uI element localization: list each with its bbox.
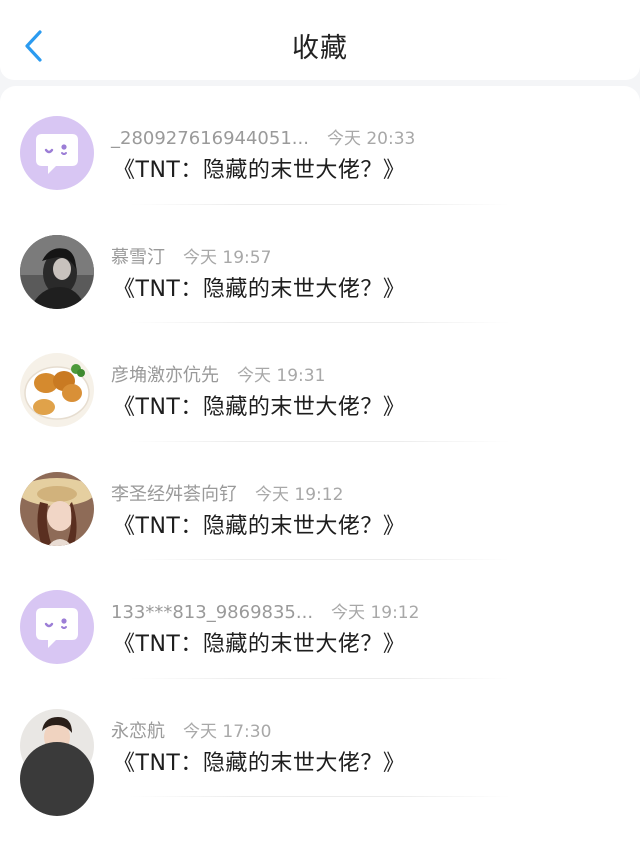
user-photo-icon: [20, 234, 94, 309]
item-meta: _280927616944051... 今天 20:33: [111, 124, 415, 149]
list-item[interactable]: 彦埆激亦伉先 今天 19:31 《TNT：隐藏的末世大佬？》: [0, 323, 640, 442]
item-title: 《TNT：隐藏的末世大佬？》: [113, 276, 406, 302]
item-meta: 永恋航 今天 17:30: [111, 717, 271, 743]
item-title: 《TNT：隐藏的末世大佬？》: [113, 632, 406, 657]
timestamp: 今天 17:30: [183, 721, 272, 742]
list-item[interactable]: _280927616944051... 今天 20:33 《TNT：隐藏的末世大佬…: [0, 86, 640, 205]
avatar[interactable]: [20, 116, 94, 190]
list-item[interactable]: 慕雪汀 今天 19:57 《TNT：隐藏的末世大佬？》: [0, 205, 640, 323]
avatar[interactable]: [20, 590, 94, 664]
user-photo-icon: [20, 353, 94, 427]
item-title: 《TNT：隐藏的末世大佬？》: [113, 513, 406, 539]
item-meta: 李圣经舛荟向钌 今天 19:12: [111, 480, 343, 506]
timestamp: 今天 19:57: [183, 247, 272, 268]
list-item[interactable]: 133***813_9869835... 今天 19:12 《TNT：隐藏的末世大…: [0, 560, 640, 679]
timestamp: 今天 19:12: [255, 484, 344, 505]
divider: [130, 796, 510, 797]
top-nav-bar: 收藏: [0, 0, 640, 80]
item-meta: 133***813_9869835... 今天 19:12: [111, 598, 419, 623]
avatar[interactable]: [20, 742, 94, 816]
username: 永恋航: [111, 720, 165, 742]
page-title: 收藏: [292, 33, 348, 64]
item-title: 《TNT：隐藏的末世大佬？》: [113, 158, 406, 183]
timestamp: 今天 20:33: [326, 129, 416, 149]
timestamp: 今天 19:12: [331, 603, 420, 623]
timestamp: 今天 19:31: [237, 366, 326, 386]
user-photo-icon: [20, 471, 94, 546]
list-item[interactable]: 李圣经舛荟向钌 今天 19:12 《TNT：隐藏的末世大佬？》: [0, 442, 640, 560]
username: _280927616944051...: [111, 128, 309, 149]
default-chat-avatar-icon: [20, 116, 94, 190]
favorites-list: _280927616944051... 今天 20:33 《TNT：隐藏的末世大佬…: [0, 86, 640, 846]
item-meta: 慕雪汀 今天 19:57: [111, 243, 271, 269]
avatar[interactable]: [20, 234, 94, 309]
list-item[interactable]: 永恋航 今天 17:30 《TNT：隐藏的末世大佬？》: [0, 679, 640, 797]
default-chat-avatar-icon: [20, 590, 94, 664]
username: 彦埆激亦伉先: [111, 365, 219, 386]
avatar[interactable]: [20, 471, 94, 546]
avatar[interactable]: [20, 353, 94, 427]
item-meta: 彦埆激亦伉先 今天 19:31: [111, 361, 325, 387]
username: 133***813_9869835...: [111, 602, 314, 623]
username: 慕雪汀: [111, 246, 165, 268]
item-title: 《TNT：隐藏的末世大佬？》: [113, 750, 406, 776]
username: 李圣经舛荟向钌: [111, 483, 237, 505]
item-title: 《TNT：隐藏的末世大佬？》: [113, 395, 406, 420]
